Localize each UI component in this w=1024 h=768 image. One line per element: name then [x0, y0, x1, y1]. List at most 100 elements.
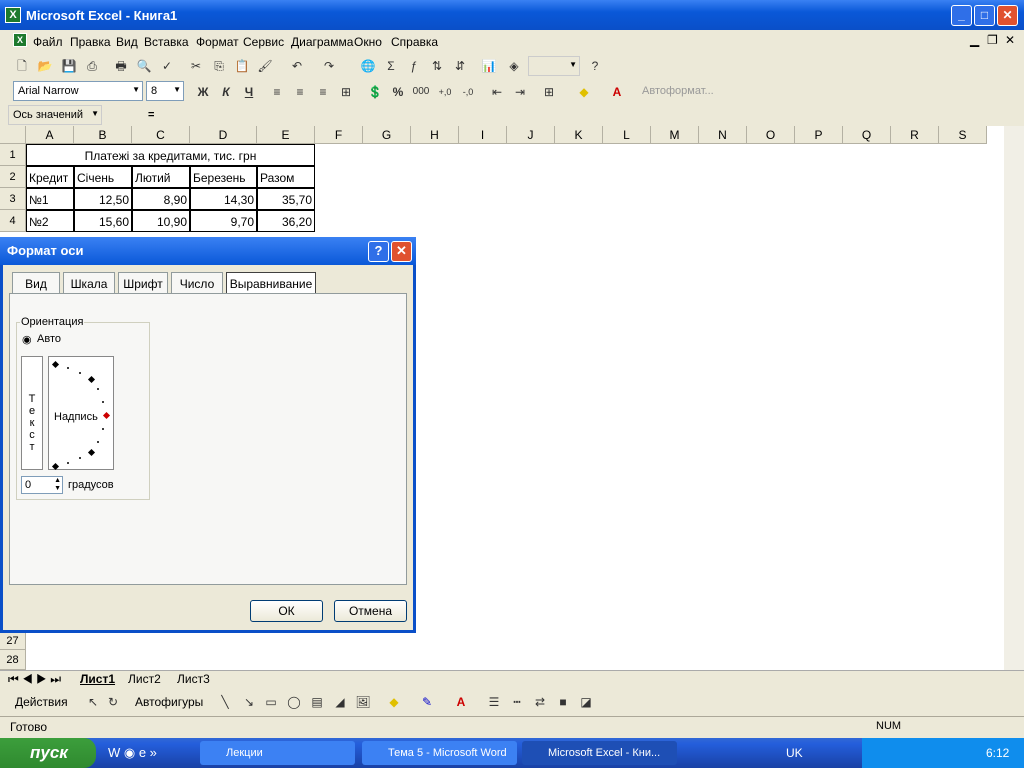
- actions-button[interactable]: Действия: [15, 695, 68, 709]
- menu-format[interactable]: Формат: [196, 35, 239, 49]
- minimize-button[interactable]: _: [951, 5, 972, 26]
- header-cell[interactable]: Березень: [190, 166, 257, 188]
- cut-icon[interactable]: ✂: [187, 57, 205, 75]
- menu-file[interactable]: Файл: [33, 35, 63, 49]
- font-size-combo[interactable]: 8 ▼: [146, 81, 184, 101]
- function-icon[interactable]: ƒ: [405, 57, 423, 75]
- spelling-icon[interactable]: ✓: [158, 57, 176, 75]
- decrease-decimal-icon[interactable]: -,0: [459, 83, 477, 101]
- cancel-button[interactable]: Отмена: [334, 600, 407, 622]
- column-header[interactable]: K: [555, 126, 603, 144]
- format-painter-icon[interactable]: 🖌: [256, 57, 274, 75]
- dash-style-icon[interactable]: ┅: [508, 693, 526, 711]
- data-cell[interactable]: 36,20: [257, 210, 315, 232]
- tab-number[interactable]: Число: [171, 272, 223, 294]
- row-header[interactable]: 27: [0, 632, 26, 650]
- column-header[interactable]: F: [315, 126, 363, 144]
- tab-font[interactable]: Шрифт: [118, 272, 168, 294]
- tab-alignment[interactable]: Выравнивание: [226, 272, 316, 294]
- menu-edit[interactable]: Правка: [70, 35, 111, 49]
- column-header[interactable]: B: [74, 126, 132, 144]
- help-icon[interactable]: ?: [586, 57, 604, 75]
- data-cell[interactable]: 12,50: [74, 188, 132, 210]
- doc-restore-icon[interactable]: ❐: [987, 33, 998, 47]
- excel-app-icon[interactable]: X: [5, 7, 21, 23]
- autosum-icon[interactable]: Σ: [382, 57, 400, 75]
- data-cell[interactable]: 8,90: [132, 188, 190, 210]
- menu-help[interactable]: Справка: [391, 35, 438, 49]
- column-header[interactable]: E: [257, 126, 315, 144]
- borders-icon[interactable]: ⊞: [540, 83, 558, 101]
- save-icon[interactable]: 💾: [60, 57, 78, 75]
- autoformat-button[interactable]: Автоформат...: [642, 85, 714, 97]
- select-arrow-icon[interactable]: ↖: [84, 693, 102, 711]
- line-style-icon[interactable]: ☰: [485, 693, 503, 711]
- drawing-icon[interactable]: ◈: [505, 57, 523, 75]
- data-cell[interactable]: 10,90: [132, 210, 190, 232]
- merge-center-icon[interactable]: ⊞: [337, 83, 355, 101]
- dialog-help-button[interactable]: ?: [368, 241, 389, 262]
- quicklaunch-icon[interactable]: W ◉ e »: [108, 745, 157, 761]
- rotate-icon[interactable]: ↻: [104, 693, 122, 711]
- menu-chart[interactable]: Диаграмма: [291, 35, 353, 49]
- degrees-spinner[interactable]: 0 ▲ ▼: [21, 476, 63, 494]
- data-cell[interactable]: 35,70: [257, 188, 315, 210]
- column-header[interactable]: S: [939, 126, 987, 144]
- font-color-icon[interactable]: A: [608, 83, 626, 101]
- column-header[interactable]: D: [190, 126, 257, 144]
- decrease-indent-icon[interactable]: ⇤: [488, 83, 506, 101]
- percent-button[interactable]: %: [389, 83, 407, 101]
- underline-button[interactable]: Ч: [240, 83, 258, 101]
- menu-insert[interactable]: Вставка: [144, 35, 189, 49]
- name-box[interactable]: Ось значений ▼: [8, 105, 102, 125]
- align-center-icon[interactable]: ≡: [291, 83, 309, 101]
- permission-icon[interactable]: ⎙: [83, 57, 101, 75]
- close-button[interactable]: ✕: [997, 5, 1018, 26]
- tab-sheet3[interactable]: Лист3: [177, 672, 210, 686]
- hyperlink-icon[interactable]: 🌐: [359, 57, 377, 75]
- column-header[interactable]: R: [891, 126, 939, 144]
- language-indicator[interactable]: UK: [786, 746, 803, 760]
- row-header[interactable]: 28: [0, 650, 26, 670]
- maximize-button[interactable]: □: [974, 5, 995, 26]
- header-cell[interactable]: Разом: [257, 166, 315, 188]
- print-icon[interactable]: 🖶: [112, 57, 130, 75]
- task-excel[interactable]: Microsoft Excel - Кни...: [522, 741, 677, 765]
- header-cell[interactable]: Лютий: [132, 166, 190, 188]
- row-header[interactable]: 3: [0, 188, 26, 210]
- column-header[interactable]: L: [603, 126, 651, 144]
- tab-scale[interactable]: Шкала: [63, 272, 115, 294]
- header-cell[interactable]: Кредит: [26, 166, 74, 188]
- dialog-close-button[interactable]: ✕: [391, 241, 412, 262]
- doc-close-icon[interactable]: ✕: [1005, 33, 1015, 47]
- table-title-cell[interactable]: Платежі за кредитами, тис. грн: [26, 144, 315, 166]
- sort-asc-icon[interactable]: ⇅: [428, 57, 446, 75]
- data-cell[interactable]: 9,70: [190, 210, 257, 232]
- doc-minimize-icon[interactable]: ▁: [970, 33, 979, 47]
- column-header[interactable]: C: [132, 126, 190, 144]
- data-cell[interactable]: 15,60: [74, 210, 132, 232]
- textbox-icon[interactable]: ▤: [308, 693, 326, 711]
- column-header[interactable]: O: [747, 126, 795, 144]
- vertical-text-box[interactable]: Текст: [21, 356, 43, 470]
- print-preview-icon[interactable]: 🔍: [135, 57, 153, 75]
- workbook-icon[interactable]: X: [13, 33, 27, 47]
- font-name-combo[interactable]: Arial Narrow ▼: [13, 81, 143, 101]
- undo-icon[interactable]: ↶: [288, 57, 306, 75]
- arrow-icon[interactable]: ↘: [240, 693, 258, 711]
- row-header[interactable]: 2: [0, 166, 26, 188]
- tab-view[interactable]: Вид: [12, 272, 60, 294]
- chart-wizard-icon[interactable]: 📊: [480, 57, 498, 75]
- column-header[interactable]: G: [363, 126, 411, 144]
- bold-button[interactable]: Ж: [194, 83, 212, 101]
- row-header[interactable]: 1: [0, 144, 26, 166]
- data-cell[interactable]: №2: [26, 210, 74, 232]
- zoom-combo[interactable]: ▼: [528, 56, 580, 76]
- line-color-icon[interactable]: ✎: [418, 693, 436, 711]
- 3d-icon[interactable]: ◪: [577, 693, 595, 711]
- start-button[interactable]: пуск: [0, 738, 96, 768]
- orientation-dial[interactable]: Надпись: [48, 356, 114, 471]
- italic-button[interactable]: К: [217, 83, 235, 101]
- column-header[interactable]: P: [795, 126, 843, 144]
- wordart-icon[interactable]: ◢: [331, 693, 349, 711]
